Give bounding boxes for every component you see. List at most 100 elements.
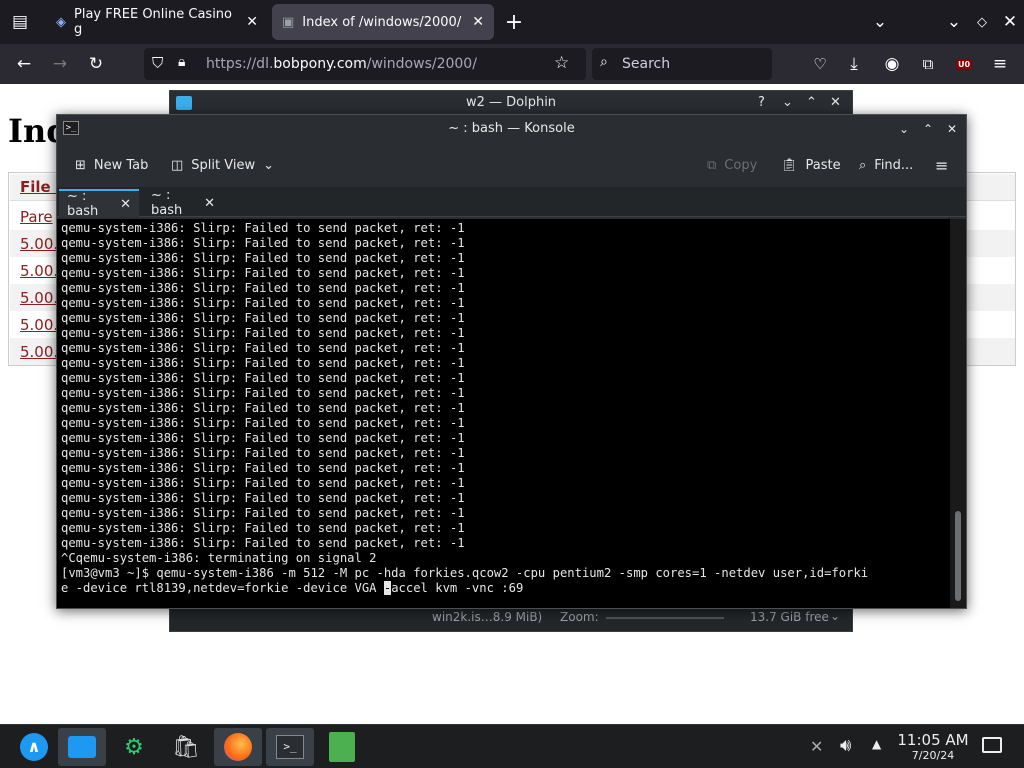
hamburger-menu-icon[interactable]: ≡ (935, 153, 948, 177)
menu-icon[interactable]: ≡ (986, 50, 1014, 78)
help-icon[interactable]: ? (758, 91, 765, 115)
bookmark-star-icon[interactable]: ☆ (554, 53, 569, 73)
terminal-line: qemu-system-i386: Slirp: Failed to send … (61, 416, 465, 430)
konsole-tab-active[interactable]: ~ : bash ✕ (59, 189, 139, 219)
terminal-line: e -device rtl8139,netdev=forkie -device … (61, 581, 868, 596)
zoom-slider[interactable] (606, 617, 724, 619)
terminal-line: qemu-system-i386: Slirp: Failed to send … (61, 491, 465, 505)
minimize-icon[interactable]: ⌄ (782, 91, 793, 115)
konsole-titlebar[interactable]: >_ ~ : bash — Konsole ⌄ ⌃ ✕ (57, 115, 966, 143)
window-maximize-icon[interactable]: ◇ (968, 8, 996, 36)
firefox-task-icon[interactable] (214, 728, 262, 766)
maximize-icon[interactable]: ⌃ (806, 91, 817, 115)
copy-button[interactable]: ⧉ Copy (707, 153, 757, 177)
terminal-line: qemu-system-i386: Slirp: Failed to send … (61, 236, 465, 250)
search-icon: ⌕ (859, 157, 867, 173)
konsole-tab-bar: ~ : bash ✕ ~ : bash ✕ (57, 187, 966, 219)
forward-arrow-icon[interactable]: → (46, 50, 74, 78)
extensions-icon[interactable]: ⧉ (914, 50, 942, 78)
discover-task-icon[interactable]: 🛍︎ (162, 728, 210, 766)
command-text: e -device rtl8139,netdev=forkie -device … (61, 581, 384, 595)
close-icon[interactable]: ✕ (944, 121, 960, 137)
clock[interactable]: 11:05 AM 7/20/24 (890, 731, 976, 762)
terminal-line: qemu-system-i386: Slirp: Failed to send … (61, 431, 465, 445)
clock-time: 11:05 AM (897, 731, 969, 749)
close-tab-icon[interactable]: ✕ (204, 196, 215, 211)
ublock-badge: U0 (955, 58, 973, 70)
scrollbar-thumb[interactable] (955, 511, 961, 601)
close-icon[interactable]: ✕ (830, 91, 841, 115)
volume-icon[interactable]: 🔊︎ (840, 735, 851, 756)
terminal-line: qemu-system-i386: Slirp: Failed to send … (61, 356, 465, 370)
konsole-window: >_ ~ : bash — Konsole ⌄ ⌃ ✕ ⊞ New Tab ◫ Sp… (56, 114, 967, 609)
url-bar[interactable]: ⛉ 🔒︎ https://dl. bobpony.com/windows/2000… (144, 48, 586, 80)
network-muted-icon[interactable]: ✕ (810, 737, 823, 756)
close-tab-icon[interactable]: ✕ (246, 14, 258, 30)
new-tab-label: New Tab (93, 157, 149, 173)
dolphin-app-icon (176, 96, 192, 110)
search-placeholder: Search (622, 56, 671, 72)
zoom-label: Zoom: (560, 610, 599, 624)
list-all-tabs-icon[interactable]: ▤ (6, 8, 34, 36)
chevron-down-icon[interactable]: ⌄ (830, 609, 840, 623)
new-tab-icon: ⊞ (75, 157, 86, 173)
terminal-view[interactable]: qemu-system-i386: Slirp: Failed to send … (57, 219, 966, 608)
archive-task-icon[interactable] (318, 728, 366, 766)
copy-label: Copy (724, 157, 758, 173)
casino-favicon-icon: ◈ (56, 14, 66, 30)
pocket-icon[interactable]: ♡ (806, 50, 834, 78)
dolphin-task-icon[interactable] (58, 728, 106, 766)
account-icon[interactable]: ◉ (878, 50, 906, 78)
close-tab-icon[interactable]: ✕ (120, 197, 131, 212)
chevron-down-icon: ⌄ (263, 157, 275, 173)
terminal-line: qemu-system-i386: Slirp: Failed to send … (61, 296, 465, 310)
window-close-icon[interactable]: ✕ (996, 8, 1024, 36)
terminal-line: qemu-system-i386: Slirp: Failed to send … (61, 221, 465, 235)
new-tab-button[interactable]: ⊞ New Tab (75, 153, 148, 177)
dolphin-title: w2 — Dolphin (465, 95, 557, 110)
ublock-icon[interactable]: U0 (950, 50, 978, 78)
tab-label: ~ : bash (67, 189, 99, 219)
konsole-toolbar: ⊞ New Tab ◫ Split View ⌄ ⧉ Copy 📋︎ Paste ⌕ Fin… (57, 145, 966, 185)
konsole-tab[interactable]: ~ : bash ✕ (143, 188, 223, 218)
system-settings-task-icon[interactable]: ⚙ (110, 728, 158, 766)
maximize-icon[interactable]: ⌃ (920, 121, 936, 137)
terminal-line: qemu-system-i386: Slirp: Failed to send … (61, 251, 465, 265)
tab-list-chevron-icon[interactable]: ⌄ (866, 8, 894, 36)
status-file-info: win2k.is…8.9 MiB) (432, 610, 543, 624)
terminal-line: qemu-system-i386: Slirp: Failed to send … (61, 341, 465, 355)
konsole-title: ~ : bash — Konsole (448, 121, 575, 136)
tab-label: Play FREE Online Casino g (74, 7, 232, 37)
find-label: Find... (874, 157, 914, 173)
find-button[interactable]: ⌕ Find... (859, 153, 913, 177)
split-view-button[interactable]: ◫ Split View ⌄ (171, 153, 274, 177)
new-tab-button[interactable]: + (500, 8, 528, 36)
terminal-output: qemu-system-i386: Slirp: Failed to send … (61, 221, 868, 596)
terminal-line: qemu-system-i386: Slirp: Failed to send … (61, 311, 465, 325)
downloads-icon[interactable]: ⤓ (840, 50, 868, 78)
tray-expand-icon[interactable]: ▲ (872, 737, 881, 751)
terminal-line: qemu-system-i386: Slirp: Failed to send … (61, 476, 465, 490)
free-space-label[interactable]: 13.7 GiB free (750, 610, 829, 624)
paste-icon: 📋︎ (781, 157, 798, 173)
search-icon: ⌕ (600, 54, 608, 70)
back-arrow-icon[interactable]: ← (10, 50, 38, 78)
shield-icon[interactable]: ⛉ (152, 54, 163, 72)
search-input[interactable]: ⌕ Search (592, 48, 772, 80)
show-desktop-icon[interactable] (982, 737, 1002, 753)
window-minimize-icon[interactable]: ⌄ (940, 8, 968, 36)
app-launcher-icon[interactable]: ∧ (10, 728, 58, 766)
taskbar: ∧ ⚙ 🛍︎ >_ ✕ 🔊︎ ▲ 11:05 AM 7/20/24 (0, 724, 1024, 768)
paste-button[interactable]: 📋︎ Paste (781, 153, 841, 177)
lock-icon[interactable]: 🔒︎ (178, 54, 185, 70)
minimize-icon[interactable]: ⌄ (896, 121, 912, 137)
terminal-line: qemu-system-i386: Slirp: Failed to send … (61, 386, 465, 400)
terminal-line: [vm3@vm3 ~]$ qemu-system-i386 -m 512 -M … (61, 566, 869, 580)
konsole-task-icon[interactable]: >_ (266, 728, 314, 766)
dolphin-titlebar[interactable]: w2 — Dolphin ? ⌄ ⌃ ✕ (170, 91, 852, 115)
close-tab-icon[interactable]: ✕ (472, 14, 484, 30)
reload-icon[interactable]: ↻ (82, 50, 110, 78)
browser-tab[interactable]: ◈ Play FREE Online Casino g ✕ (46, 4, 268, 40)
browser-tab-active[interactable]: ▣ Index of /windows/2000/ ✕ (272, 4, 494, 40)
terminal-line: qemu-system-i386: Slirp: Failed to send … (61, 521, 465, 535)
